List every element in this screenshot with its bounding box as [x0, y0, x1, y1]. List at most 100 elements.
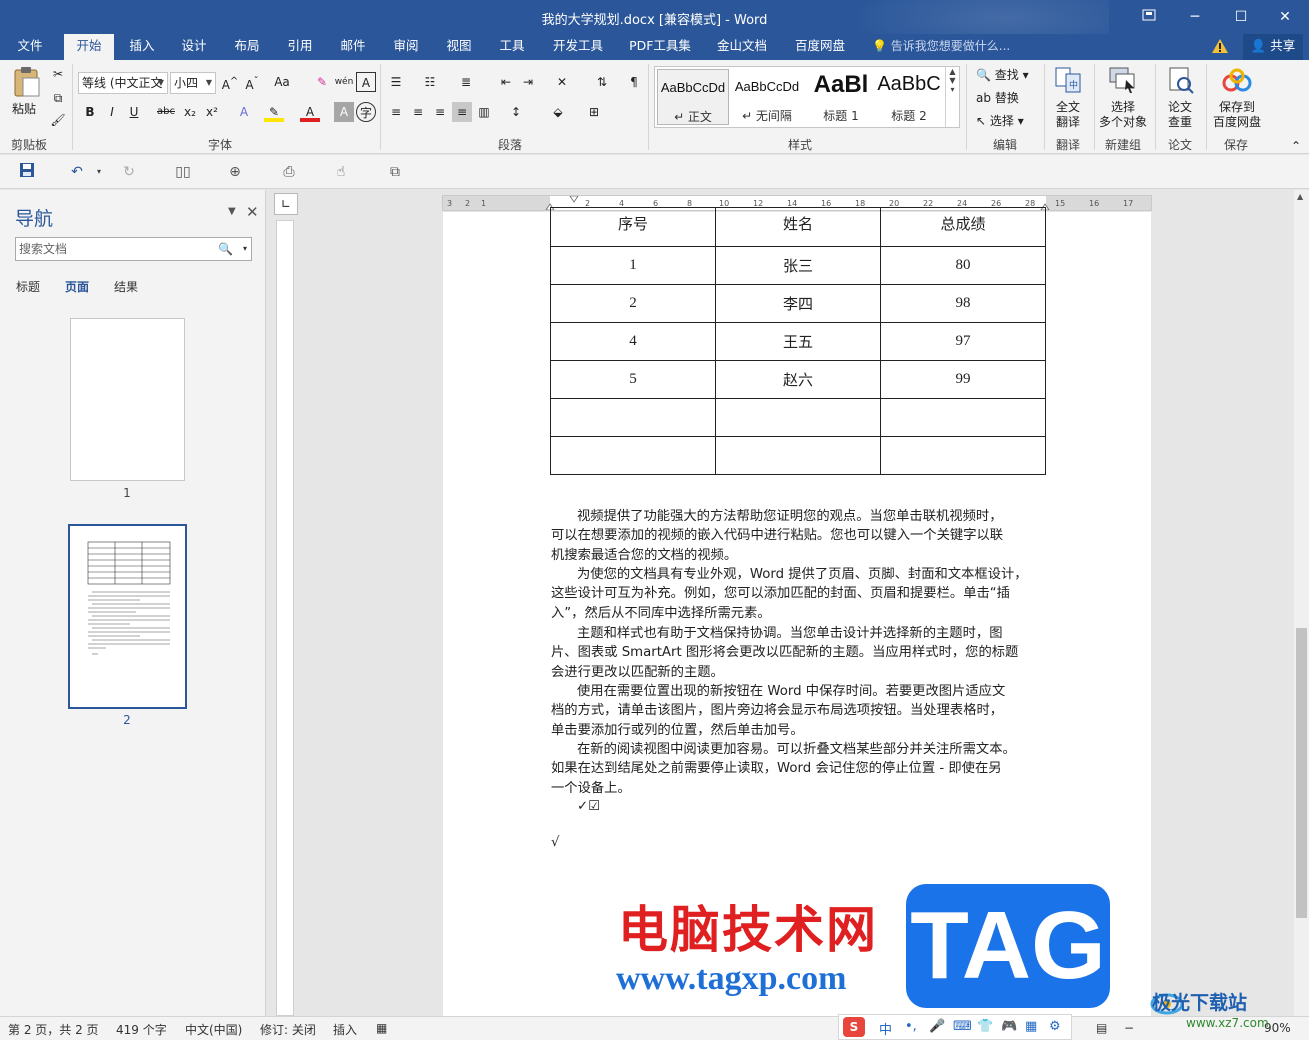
- table-cell[interactable]: [880, 436, 1046, 475]
- copy-icon[interactable]: ⧉: [48, 88, 68, 108]
- touch-mode-icon[interactable]: ☝: [330, 162, 352, 182]
- borders-icon[interactable]: ⊞: [584, 102, 604, 122]
- body-paragraph[interactable]: 为使您的文档具有专业外观，Word 提供了页眉、页脚、封面和文本框设计， 这些设…: [551, 565, 1061, 623]
- nav-search-input[interactable]: 搜索文档 🔍 ▾: [15, 237, 252, 261]
- share-button[interactable]: 👤 共享: [1243, 34, 1303, 60]
- tab-selector-button[interactable]: ∟: [274, 193, 298, 215]
- translate-icon[interactable]: 中: [1054, 66, 1082, 94]
- select-button[interactable]: ↖ 选择 ▾: [976, 112, 1024, 129]
- table-cell[interactable]: 4: [550, 322, 716, 361]
- undo-icon[interactable]: ↶: [66, 162, 88, 182]
- track-changes-status[interactable]: 修订: 关闭: [260, 1021, 316, 1038]
- style-normal[interactable]: AaBbCcDd ↵ 正文: [657, 69, 729, 125]
- paste-button[interactable]: [12, 66, 42, 98]
- font-color-icon[interactable]: A: [300, 102, 320, 122]
- font-size-combo[interactable]: 小四 ▼: [170, 72, 216, 94]
- align-center-icon[interactable]: ≡: [408, 102, 428, 122]
- shrink-font-icon[interactable]: Aˇ: [242, 72, 262, 92]
- nav-tab-results[interactable]: 结果: [114, 278, 138, 295]
- tab-mailings[interactable]: 邮件: [331, 34, 375, 60]
- increase-indent-icon[interactable]: ⇥: [518, 72, 538, 92]
- justify-icon[interactable]: ≡: [452, 102, 472, 122]
- change-case-icon[interactable]: Aa: [272, 72, 292, 92]
- phonetic-guide-icon[interactable]: wén: [334, 72, 354, 92]
- minimize-button[interactable]: ─: [1180, 6, 1210, 28]
- paste-label[interactable]: 粘贴: [12, 100, 36, 117]
- show-marks-icon[interactable]: ¶: [624, 72, 644, 92]
- macro-icon[interactable]: ▦: [376, 1021, 387, 1035]
- read-mode-icon[interactable]: ▯▯: [172, 162, 194, 182]
- table-cell[interactable]: 序号: [550, 207, 716, 247]
- text-effects-icon[interactable]: A: [234, 102, 254, 122]
- select-objects-icon[interactable]: [1108, 66, 1138, 94]
- body-paragraph[interactable]: 在新的阅读视图中阅读更加容易。可以折叠文档某些部分并关注所需文本。 如果在达到结…: [551, 740, 1061, 798]
- style-heading-2[interactable]: AaBbC 标题 2: [873, 69, 945, 125]
- paper-check-icon[interactable]: [1166, 66, 1194, 94]
- table-cell[interactable]: 赵六: [715, 360, 881, 399]
- body-paragraph[interactable]: 视频提供了功能强大的方法帮助您证明您的观点。当您单击联机视频时， 可以在想要添加…: [551, 507, 1061, 565]
- grow-font-icon[interactable]: A^: [220, 72, 240, 92]
- table-cell[interactable]: [715, 436, 881, 475]
- tab-baidu-netdisk[interactable]: 百度网盘: [788, 34, 852, 60]
- table-cell[interactable]: 99: [880, 360, 1046, 399]
- font-name-combo[interactable]: 等线 (中文正文 ▼: [78, 72, 168, 94]
- style-heading-1[interactable]: AaBl 标题 1: [805, 69, 877, 125]
- tab-home[interactable]: 开始: [64, 34, 114, 60]
- language-status[interactable]: 中文(中国): [185, 1021, 242, 1038]
- superscript-icon[interactable]: x²: [202, 102, 222, 122]
- page-count[interactable]: 第 2 页，共 2 页: [8, 1021, 99, 1038]
- chinese-layout-icon[interactable]: ✕: [552, 72, 572, 92]
- table-cell[interactable]: 1: [550, 246, 716, 285]
- zoom-out-icon[interactable]: −: [1124, 1021, 1134, 1035]
- char-shading-icon[interactable]: A: [334, 102, 354, 122]
- replace-button[interactable]: ab 替换: [976, 89, 1019, 106]
- nav-tab-pages[interactable]: 页面: [65, 278, 89, 295]
- table-cell[interactable]: 张三: [715, 246, 881, 285]
- vertical-scrollbar[interactable]: ▲: [1294, 190, 1309, 1016]
- nav-close-icon[interactable]: ✕: [246, 203, 259, 221]
- select-multiple-objects-button[interactable]: 选择 多个对象: [1099, 100, 1147, 130]
- clear-format-icon[interactable]: ✎: [312, 72, 332, 92]
- table-cell[interactable]: 王五: [715, 322, 881, 361]
- numbering-icon[interactable]: ☷: [420, 72, 440, 92]
- table-cell[interactable]: 5: [550, 360, 716, 399]
- collapse-ribbon-icon[interactable]: ⌃: [1286, 136, 1306, 156]
- tab-pdf-tools[interactable]: PDF工具集: [624, 34, 696, 60]
- game-icon[interactable]: 🎮: [1001, 1019, 1017, 1034]
- subscript-icon[interactable]: x₂: [180, 102, 200, 122]
- tab-references[interactable]: 引用: [278, 34, 322, 60]
- search-icon[interactable]: 🔍: [218, 238, 233, 260]
- table-cell[interactable]: 总成绩: [880, 207, 1046, 247]
- bullets-icon[interactable]: ☰: [386, 72, 406, 92]
- undo-dropdown-icon[interactable]: ▾: [88, 162, 110, 182]
- table-cell[interactable]: 李四: [715, 284, 881, 323]
- web-layout-icon[interactable]: ⊕: [224, 162, 246, 182]
- baidu-netdisk-icon[interactable]: [1222, 68, 1252, 94]
- word-count[interactable]: 419 个字: [116, 1021, 167, 1038]
- chevron-down-icon[interactable]: ▾: [243, 238, 247, 260]
- enclose-char-icon[interactable]: 字: [356, 102, 376, 122]
- underline-icon[interactable]: U: [124, 102, 144, 122]
- microphone-icon[interactable]: 🎤: [929, 1019, 945, 1034]
- toolbox-icon[interactable]: ▦: [1025, 1019, 1037, 1034]
- nav-options-icon[interactable]: ▼: [228, 206, 236, 217]
- strikethrough-icon[interactable]: abc: [156, 102, 176, 122]
- tab-kingsoft-docs[interactable]: 金山文档: [710, 34, 774, 60]
- checkmark-line[interactable]: √: [551, 833, 1061, 852]
- align-right-icon[interactable]: ≡: [430, 102, 450, 122]
- skin-icon[interactable]: 👕: [977, 1019, 993, 1034]
- punctuation-icon[interactable]: •,: [905, 1019, 917, 1034]
- keyboard-icon[interactable]: ⌨: [953, 1019, 972, 1034]
- redo-icon[interactable]: ↻: [118, 162, 140, 182]
- table-cell[interactable]: [550, 398, 716, 437]
- table-cell[interactable]: 97: [880, 322, 1046, 361]
- tab-insert[interactable]: 插入: [120, 34, 164, 60]
- tab-tools[interactable]: 工具: [490, 34, 534, 60]
- settings-icon[interactable]: ⚙: [1049, 1019, 1061, 1034]
- cut-icon[interactable]: ✂: [48, 64, 68, 84]
- table-cell[interactable]: [715, 398, 881, 437]
- align-left-icon[interactable]: ≡: [386, 102, 406, 122]
- sogou-logo-icon[interactable]: S: [843, 1017, 865, 1037]
- save-to-baidu-button[interactable]: 保存到 百度网盘: [1210, 100, 1264, 130]
- warning-icon[interactable]: [1212, 39, 1228, 53]
